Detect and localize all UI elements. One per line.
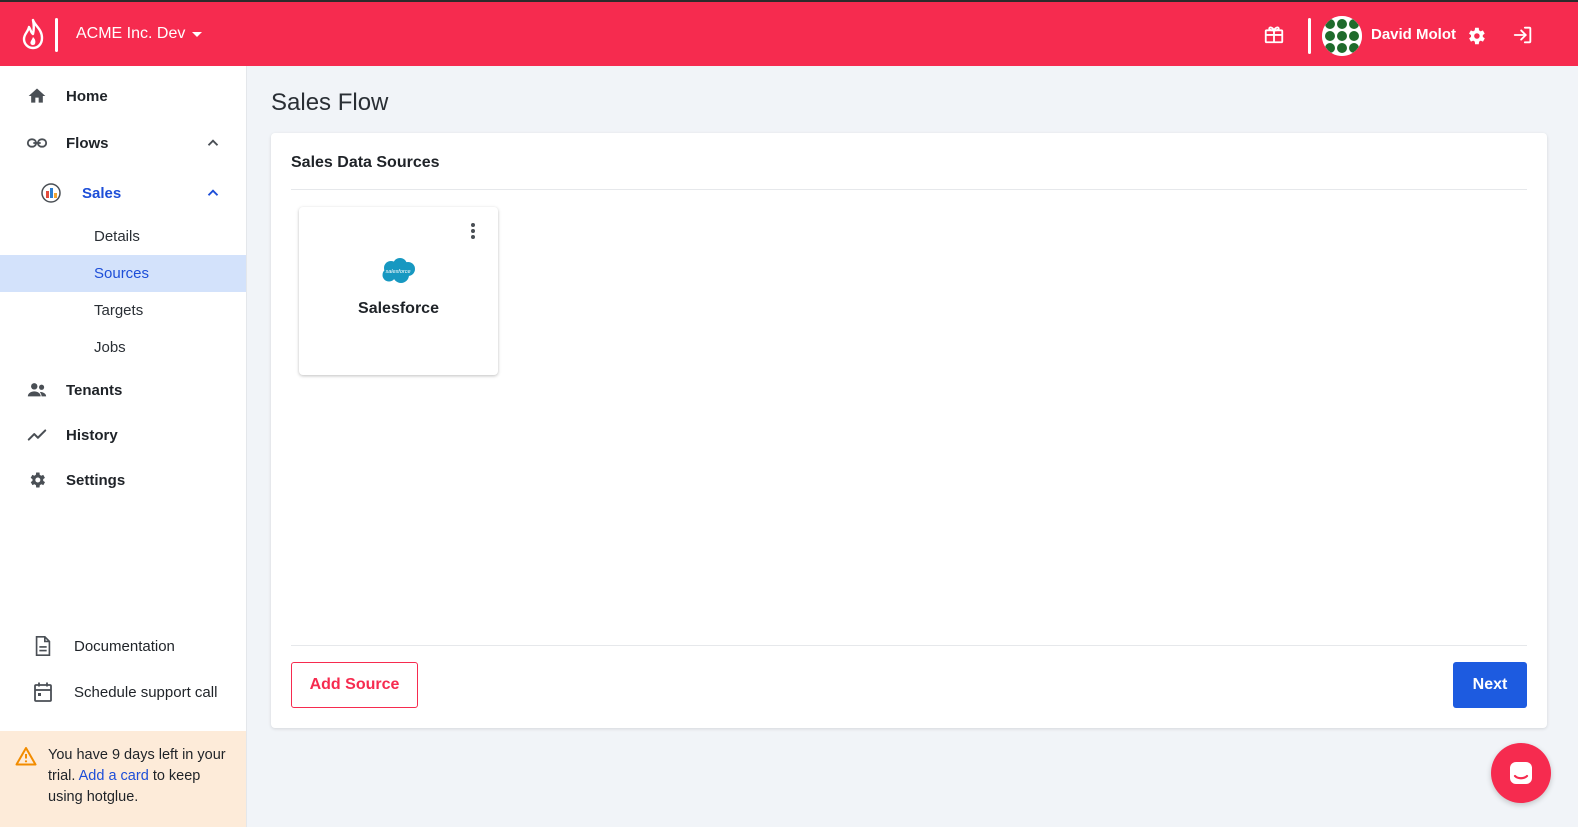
sidebar-subitem-label: Details bbox=[94, 228, 140, 245]
sidebar-item-history[interactable]: History bbox=[0, 415, 246, 455]
sidebar-item-label: Settings bbox=[66, 471, 126, 489]
user-divider bbox=[1308, 18, 1311, 54]
sidebar-item-label: Documentation bbox=[74, 637, 175, 655]
salesforce-logo-text: salesforce bbox=[385, 269, 410, 275]
people-icon bbox=[26, 379, 48, 401]
org-name: ACME Inc. Dev bbox=[76, 25, 186, 42]
sidebar-item-label: Sales bbox=[82, 184, 122, 202]
sidebar-item-settings[interactable]: Settings bbox=[0, 460, 246, 500]
card-title: Sales Data Sources bbox=[291, 154, 440, 171]
sidebar-item-flows[interactable]: Flows bbox=[0, 123, 246, 163]
gear-icon[interactable] bbox=[1464, 24, 1488, 48]
home-icon bbox=[26, 85, 48, 107]
sidebar-item-label: Flows bbox=[66, 134, 109, 152]
divider bbox=[291, 645, 1527, 646]
org-switcher[interactable]: ACME Inc. Dev bbox=[76, 21, 203, 47]
chevron-up-icon[interactable] bbox=[204, 184, 222, 202]
avatar[interactable] bbox=[1322, 16, 1362, 56]
add-card-link[interactable]: Add a card bbox=[79, 768, 149, 784]
document-icon bbox=[32, 635, 54, 657]
source-tile-salesforce[interactable]: salesforce Salesforce bbox=[299, 207, 498, 375]
sidebar-item-tenants[interactable]: Tenants bbox=[0, 370, 246, 410]
sidebar-item-label: History bbox=[66, 426, 118, 444]
top-bar: ACME Inc. Dev David Molot bbox=[0, 0, 1578, 66]
page-title: Sales Flow bbox=[271, 89, 389, 116]
sidebar-subitem-targets[interactable]: Targets bbox=[0, 292, 246, 329]
source-name: Salesforce bbox=[358, 300, 439, 317]
flame-logo-icon[interactable] bbox=[20, 18, 46, 50]
caret-down-icon bbox=[192, 31, 203, 37]
chevron-up-icon[interactable] bbox=[204, 134, 222, 152]
sidebar-subitem-sources[interactable]: Sources bbox=[0, 255, 246, 292]
warning-icon bbox=[15, 746, 37, 766]
sidebar-item-home[interactable]: Home bbox=[0, 76, 246, 116]
flow-logo-icon bbox=[40, 182, 62, 204]
sidebar-subitem-label: Sources bbox=[94, 265, 150, 282]
chat-icon bbox=[1510, 762, 1532, 784]
chat-launcher-button[interactable] bbox=[1491, 743, 1551, 803]
salesforce-logo-icon: salesforce bbox=[379, 257, 417, 285]
sidebar-item-label: Home bbox=[66, 87, 108, 105]
sidebar-item-sales[interactable]: Sales bbox=[0, 173, 246, 213]
more-vert-icon[interactable] bbox=[465, 221, 481, 241]
sidebar-subitem-details[interactable]: Details bbox=[0, 218, 246, 255]
sidebar-item-documentation[interactable]: Documentation bbox=[0, 626, 246, 666]
trial-banner: You have 9 days left in your trial. Add … bbox=[0, 731, 246, 827]
sidebar-subitem-label: Jobs bbox=[94, 339, 126, 356]
sidebar-subitem-label: Targets bbox=[94, 302, 144, 319]
sidebar-item-support-call[interactable]: Schedule support call bbox=[0, 672, 246, 712]
gear-icon bbox=[26, 469, 48, 491]
user-name[interactable]: David Molot bbox=[1371, 26, 1456, 43]
calendar-icon bbox=[32, 681, 54, 703]
link-icon bbox=[26, 132, 48, 154]
logo-divider bbox=[55, 18, 58, 52]
logout-icon[interactable] bbox=[1511, 23, 1535, 47]
add-source-button[interactable]: Add Source bbox=[291, 662, 418, 708]
sources-card: Sales Data Sources salesforce Salesforce… bbox=[271, 133, 1547, 728]
sidebar-item-label: Tenants bbox=[66, 381, 123, 399]
gift-icon[interactable] bbox=[1262, 22, 1286, 46]
divider bbox=[291, 189, 1527, 190]
sidebar: Home Flows Sales Details Sources Targets… bbox=[0, 66, 247, 827]
sidebar-subitem-jobs[interactable]: Jobs bbox=[0, 329, 246, 366]
trend-icon bbox=[26, 424, 48, 446]
sidebar-item-label: Schedule support call bbox=[74, 683, 218, 701]
next-button[interactable]: Next bbox=[1453, 662, 1527, 708]
